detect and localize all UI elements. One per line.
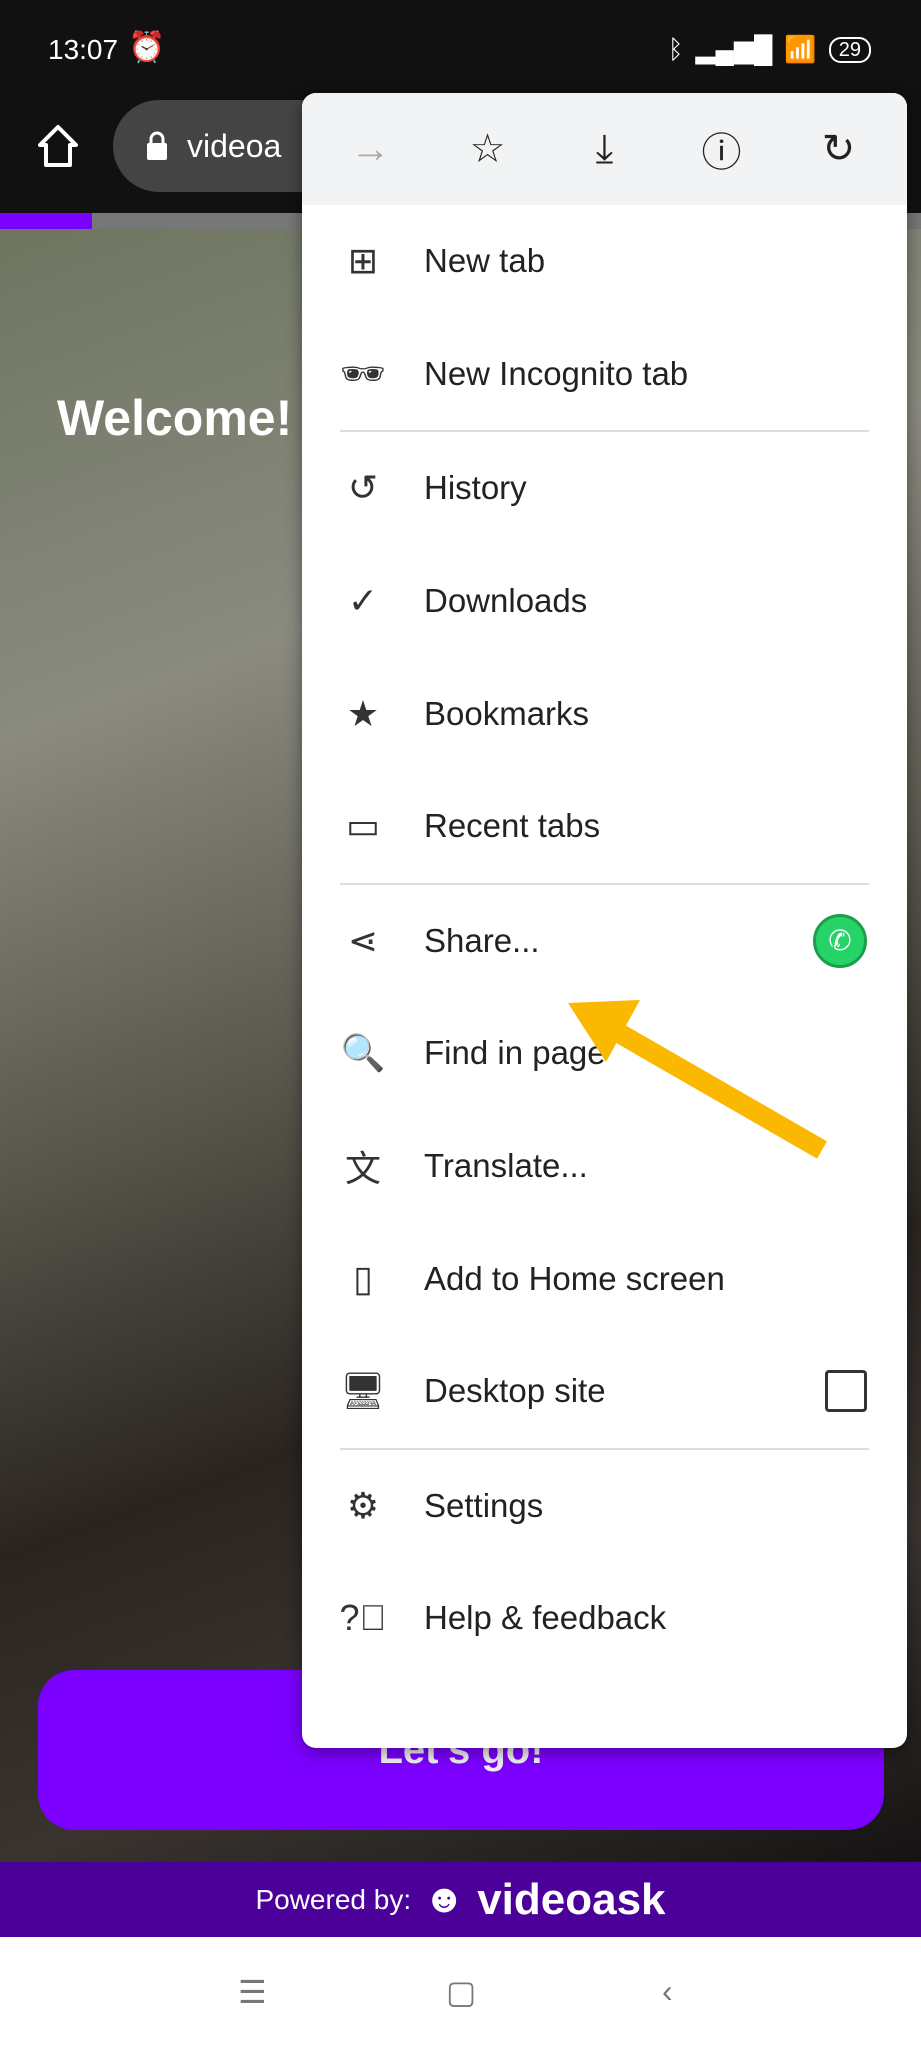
menu-item-help-feedback[interactable]: ?⃝ Help & feedback (302, 1562, 907, 1675)
url-text: videoa (187, 127, 282, 164)
download-icon[interactable]: ⤓ (575, 127, 635, 172)
menu-item-label: Add to Home screen (424, 1259, 725, 1297)
battery-icon: 29 (828, 36, 871, 63)
menu-item-find-in-page[interactable]: 🔍 Find in page (302, 997, 907, 1110)
menu-item-settings[interactable]: ⚙ Settings (302, 1450, 907, 1563)
bookmark-star-icon[interactable]: ☆ (458, 126, 518, 172)
share-icon: ⋖ (347, 919, 379, 961)
reload-icon[interactable]: ↻ (809, 126, 869, 172)
menu-item-label: Find in page (424, 1034, 606, 1072)
menu-item-translate[interactable]: 文 Translate... (302, 1110, 907, 1223)
welcome-heading: Welcome! (57, 390, 293, 446)
bluetooth-icon: ᛒ (667, 34, 684, 64)
menu-item-bookmarks[interactable]: ★ Bookmarks (302, 657, 907, 770)
system-nav-bar: ☰ ▢ ‹ (0, 1937, 921, 2048)
menu-item-desktop-site[interactable]: 🖥 Desktop site (302, 1335, 907, 1448)
info-icon[interactable]: ⓘ (692, 120, 752, 178)
lock-icon (147, 131, 167, 160)
wifi-icon: 📶 (784, 34, 817, 64)
help-icon: ?⃝ (339, 1597, 387, 1639)
alarm-icon: ⏰ (128, 31, 166, 64)
recents-icon[interactable]: ☰ (238, 1973, 267, 2011)
menu-item-label: New Incognito tab (424, 354, 689, 392)
menu-item-label: Help & feedback (424, 1599, 667, 1637)
desktop-site-checkbox[interactable] (825, 1370, 867, 1413)
recent-tabs-icon: ▭ (345, 805, 380, 847)
status-bar: 13:07 ⏰ ᛒ ▂▄▆█ 📶 29 (0, 0, 921, 95)
powered-by-label: Powered by: (255, 1883, 412, 1915)
find-in-page-icon: 🔍 (340, 1032, 386, 1074)
menu-item-share[interactable]: ⋖ Share... ✆ (302, 885, 907, 998)
desktop-icon: 🖥 (340, 1370, 386, 1412)
menu-item-history[interactable]: ↺ History (302, 432, 907, 545)
translate-icon: 文 (344, 1148, 381, 1190)
back-icon[interactable]: ‹ (662, 1973, 673, 2010)
forward-icon[interactable]: → (341, 127, 401, 172)
menu-item-downloads[interactable]: ✓ Downloads (302, 545, 907, 658)
home-icon[interactable] (36, 123, 80, 169)
menu-item-new-incognito-tab[interactable]: 🕶 New Incognito tab (302, 318, 907, 431)
menu-item-label: New tab (424, 242, 546, 280)
browser-menu: → ☆ ⤓ ⓘ ↻ ⊞ New tab 🕶 New Incognito tab ↺ H… (302, 93, 907, 1748)
menu-item-recent-tabs[interactable]: ▭ Recent tabs (302, 770, 907, 883)
whatsapp-share-icon[interactable]: ✆ (813, 913, 867, 968)
menu-item-label: Desktop site (424, 1372, 606, 1410)
clock: 13:07 (48, 34, 119, 65)
menu-item-label: Settings (424, 1486, 544, 1524)
signal-icon: ▂▄▆█ (695, 34, 773, 64)
menu-item-add-to-home-screen[interactable]: ▯ Add to Home screen (302, 1222, 907, 1335)
menu-top-actions: → ☆ ⤓ ⓘ ↻ (302, 93, 907, 205)
menu-item-label: Share... (424, 921, 540, 959)
videoask-logo-icon: ☻ (423, 1877, 466, 1921)
menu-item-label: Recent tabs (424, 807, 601, 845)
add-to-home-icon: ▯ (353, 1257, 373, 1299)
downloads-icon: ✓ (347, 580, 379, 622)
home-nav-icon[interactable]: ▢ (446, 1973, 476, 2011)
menu-item-label: History (424, 469, 527, 507)
menu-item-new-tab[interactable]: ⊞ New tab (302, 205, 907, 318)
powered-by-footer[interactable]: Powered by: ☻ videoask (0, 1862, 921, 1937)
history-icon: ↺ (347, 467, 379, 509)
incognito-icon: 🕶 (340, 352, 386, 394)
settings-icon: ⚙ (346, 1484, 380, 1526)
brand-name: videoask (477, 1874, 666, 1924)
menu-item-label: Bookmarks (424, 694, 590, 732)
menu-item-label: Downloads (424, 582, 588, 620)
menu-item-label: Translate... (424, 1147, 588, 1185)
bookmarks-icon: ★ (346, 692, 380, 734)
new-tab-icon: ⊞ (347, 240, 379, 282)
